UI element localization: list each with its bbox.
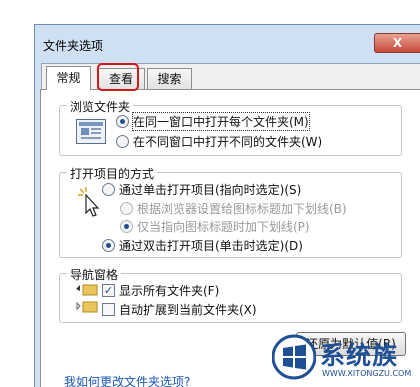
show-all-folders-option[interactable]: ✓ 显示所有文件夹(F) bbox=[102, 282, 219, 299]
windows-logo-icon bbox=[272, 334, 316, 380]
watermark-url: WWW.XITONGZU.COM bbox=[322, 369, 412, 378]
same-window-radio[interactable] bbox=[116, 115, 129, 128]
auto-expand-option[interactable]: 自动扩展到当前文件夹(X) bbox=[102, 301, 257, 318]
underline-hover-radio[interactable] bbox=[120, 220, 133, 233]
underline-hover-label: 仅当指向图标标题时加下划线(P) bbox=[137, 220, 310, 234]
underline-hover-option[interactable]: 仅当指向图标标题时加下划线(P) bbox=[120, 218, 310, 235]
navigation-pane-title: 导航窗格 bbox=[67, 266, 122, 283]
open-same-window-option[interactable]: 在同一窗口中打开每个文件夹(M) bbox=[116, 112, 310, 131]
single-click-option[interactable]: 通过单击打开项目(指向时选定)(S) bbox=[102, 181, 301, 198]
watermark: 系统族 WWW.XITONGZU.COM bbox=[272, 330, 420, 387]
open-items-title: 打开项目的方式 bbox=[67, 165, 158, 182]
double-click-radio[interactable] bbox=[102, 239, 115, 252]
open-different-window-option[interactable]: 在不同窗口中打开不同的文件夹(W) bbox=[116, 133, 322, 150]
close-button[interactable]: X bbox=[374, 33, 420, 53]
double-click-label: 通过双击打开项目(单击时选定)(D) bbox=[119, 239, 303, 253]
browse-folders-group: 浏览文件夹 在同一窗口中打开每个文件夹(M) 在不同窗口中打开不同的文件夹(W) bbox=[59, 98, 402, 156]
click-cursor-icon bbox=[78, 187, 100, 217]
underline-browser-radio[interactable] bbox=[120, 202, 133, 215]
different-window-radio[interactable] bbox=[116, 135, 129, 148]
auto-expand-label: 自动扩展到当前文件夹(X) bbox=[119, 303, 257, 317]
single-click-radio[interactable] bbox=[102, 183, 115, 196]
show-all-folders-checkbox[interactable]: ✓ bbox=[102, 284, 115, 297]
auto-expand-checkbox[interactable] bbox=[102, 303, 115, 316]
folder-tree-icon bbox=[76, 284, 98, 313]
navigation-pane-group: 导航窗格 ✓ 显示所有文件夹(F) 自动扩展到当前文件夹(X) bbox=[59, 266, 402, 323]
different-window-label: 在不同窗口中打开不同的文件夹(W) bbox=[133, 135, 323, 149]
tab-general[interactable]: 常规 bbox=[46, 66, 91, 90]
watermark-brand: 系统族 bbox=[320, 341, 399, 370]
help-link[interactable]: 我如何更改文件夹选项? bbox=[64, 373, 190, 387]
window-preview-icon bbox=[76, 119, 106, 144]
dialog-title: 文件夹选项 bbox=[43, 39, 104, 53]
open-items-group: 打开项目的方式 通过单击打开项目(指向时选定)(S) 根据浏览器设置给图标标题加… bbox=[59, 165, 402, 258]
tab-view-highlight bbox=[97, 63, 139, 91]
same-window-label: 在同一窗口中打开每个文件夹(M) bbox=[132, 112, 310, 131]
underline-browser-label: 根据浏览器设置给图标标题加下划线(B) bbox=[137, 202, 347, 216]
underline-browser-option[interactable]: 根据浏览器设置给图标标题加下划线(B) bbox=[120, 200, 347, 217]
tab-search[interactable]: 搜索 bbox=[147, 68, 192, 89]
double-click-option[interactable]: 通过双击打开项目(单击时选定)(D) bbox=[102, 237, 303, 254]
show-all-folders-label: 显示所有文件夹(F) bbox=[119, 284, 220, 298]
single-click-label: 通过单击打开项目(指向时选定)(S) bbox=[119, 183, 302, 197]
